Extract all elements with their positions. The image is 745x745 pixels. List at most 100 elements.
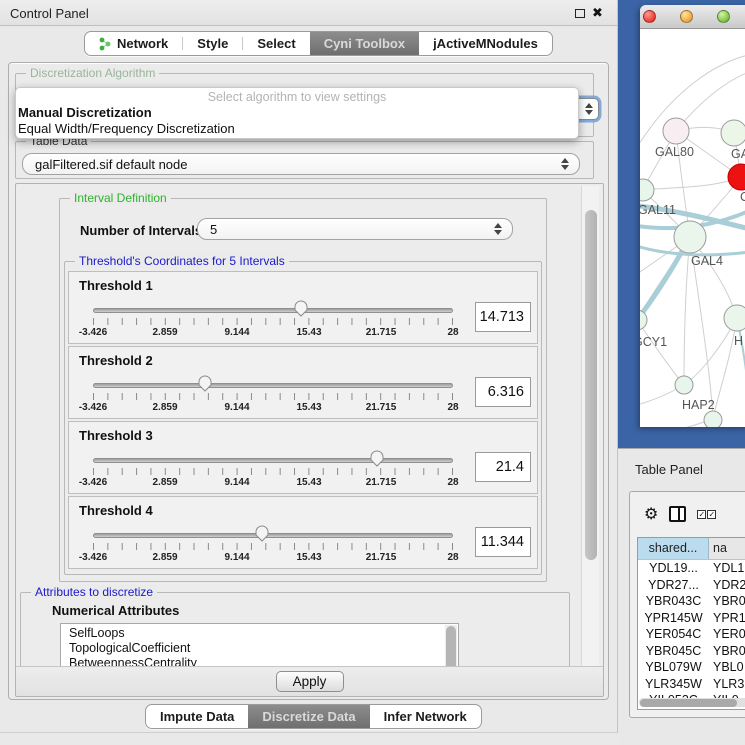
float-window-icon[interactable] [575,9,585,18]
network-node-label: GAL11 [640,203,676,217]
interval-definition-group: Interval Definition Number of Intervals … [59,198,547,582]
slider-thumb[interactable] [255,525,270,542]
threshold-value-field[interactable]: 21.4 [475,452,531,482]
network-node[interactable] [675,376,693,394]
table-data-combobox[interactable]: galFiltered.sif default node [22,153,580,175]
network-node-label: GCY1 [640,335,667,349]
slider-thumb[interactable] [370,450,385,467]
threshold-slider[interactable]: -3.426 2.859 9.144 15.43 21.715 28 [93,298,453,342]
cyni-toolbox-content: Discretization Algorithm Select algorith… [8,62,609,700]
list-item[interactable]: TopologicalCoefficient [69,641,458,656]
list-item[interactable]: BetweennessCentrality [69,656,458,666]
column-header-name[interactable]: na [709,538,745,559]
close-traffic-light-icon[interactable] [643,10,656,23]
apply-button[interactable]: Apply [276,671,344,692]
tab-cyni-toolbox[interactable]: Cyni Toolbox [310,32,419,55]
tab-network[interactable]: Network [85,32,182,55]
slider-track[interactable] [93,383,453,388]
dropdown-prompt[interactable]: Select algorithm to view settings [16,90,578,105]
group-title: Attributes to discretize [31,585,157,599]
slider-track[interactable] [93,308,453,313]
combo-arrows-icon [561,158,569,170]
table-row[interactable]: YPR145WYPR1 [638,610,745,627]
table-toolbar: ⚙ ✓✓ [630,492,745,536]
network-nodes: GAL80GACGAL11GAL4GCY1HHAP2 [640,118,745,427]
slider-track[interactable] [93,458,453,463]
slider-ticks [93,393,453,400]
table-row[interactable]: YDR27...YDR2 [638,577,745,594]
zoom-traffic-light-icon[interactable] [717,10,730,23]
table-header: shared... na [638,538,745,560]
slider-track[interactable] [93,533,453,538]
tab-style[interactable]: Style [183,32,242,55]
gear-icon[interactable]: ⚙ [644,504,658,524]
scrollbar-thumb[interactable] [585,210,597,560]
settings-scrollbar[interactable] [581,186,599,666]
numerical-attributes-list[interactable]: SelfLoops TopologicalCoefficient Between… [60,623,459,666]
network-node[interactable] [663,118,689,144]
threshold-row: Threshold 3 -3.426 2.859 [68,421,538,494]
network-node[interactable] [674,221,706,253]
table-panel: Table Panel ⚙ ✓✓ shared... na YDL19...YD… [618,448,745,745]
network-node[interactable] [640,179,654,201]
network-node[interactable] [721,120,745,146]
slider-thumb[interactable] [197,375,212,392]
settings-panel: Interval Definition Number of Intervals … [15,183,604,697]
number-of-intervals-value: 5 [198,222,494,237]
table-panel-body: ⚙ ✓✓ shared... na YDL19...YDL1 YDR27...Y… [629,491,745,718]
table-row[interactable]: YBR045CYBR0 [638,643,745,660]
bottom-tab-bar: Impute Data Discretize Data Infer Networ… [145,704,482,729]
top-tab-bar: Network Style Select Cyni Toolbox jActiv… [84,31,553,56]
table-data-value: galFiltered.sif default node [23,157,561,172]
tab-infer-network[interactable]: Infer Network [370,705,481,728]
table-row[interactable]: YDL19...YDL1 [638,560,745,577]
table-row[interactable]: YLR345WYLR3 [638,676,745,693]
minimize-traffic-light-icon[interactable] [680,10,693,23]
table-horizontal-scrollbar[interactable] [639,698,745,707]
list-item[interactable]: SelfLoops [69,626,458,641]
network-node[interactable] [704,411,722,427]
column-header-shared-name[interactable]: shared... [638,538,709,559]
tab-jactivemnodules[interactable]: jActiveMNodules [419,32,552,55]
node-table[interactable]: shared... na YDL19...YDL1 YDR27...YDR2 Y… [637,537,745,710]
table-panel-title: Table Panel [635,462,703,477]
attributes-group: Attributes to discretize Numerical Attri… [20,592,570,666]
threshold-value-field[interactable]: 14.713 [475,302,531,332]
scrollbar-thumb[interactable] [640,699,737,707]
table-row[interactable]: YBL079WYBL0 [638,659,745,676]
table-row[interactable]: YER054CYER0 [638,626,745,643]
columns-icon[interactable] [669,506,686,522]
tab-discretize-data[interactable]: Discretize Data [248,705,369,728]
threshold-slider[interactable]: -3.426 2.859 9.144 15.43 21.715 28 [93,373,453,417]
threshold-value-field[interactable]: 11.344 [475,527,531,557]
slider-ticks [93,318,453,325]
group-title: Threshold's Coordinates for 5 Intervals [75,254,289,268]
threshold-value-field[interactable]: 6.316 [475,377,531,407]
network-node[interactable] [724,305,745,331]
tab-select[interactable]: Select [243,32,309,55]
threshold-row: Threshold 4 -3.426 2.859 [68,496,538,569]
network-node[interactable] [640,310,647,330]
combo-arrows-icon [585,103,593,115]
network-window: GAL80GACGAL11GAL4GCY1HHAP2 [640,5,745,427]
network-node[interactable] [728,164,745,190]
dropdown-item-equal-width[interactable]: Equal Width/Frequency Discretization [16,121,578,137]
network-node-label: GAL4 [691,254,723,268]
list-scrollbar[interactable] [445,625,457,666]
slider-thumb[interactable] [293,300,308,317]
number-of-intervals-label: Number of Intervals [80,223,202,238]
table-row[interactable]: YBR043CYBR0 [638,593,745,610]
thresholds-group: Threshold's Coordinates for 5 Intervals … [64,261,542,575]
close-icon[interactable]: ✖ [592,5,603,21]
desktop-background: GAL80GACGAL11GAL4GCY1HHAP2 [618,0,745,448]
network-view[interactable]: GAL80GACGAL11GAL4GCY1HHAP2 [640,29,745,427]
tab-impute-data[interactable]: Impute Data [146,705,248,728]
threshold-row: Threshold 2 -3.426 2.859 [68,346,538,419]
threshold-slider[interactable]: -3.426 2.859 9.144 15.43 21.715 28 [93,523,453,567]
number-of-intervals-combobox[interactable]: 5 [197,218,513,240]
select-columns-icon[interactable]: ✓✓ [697,510,716,519]
slider-ticks [93,468,453,475]
dropdown-item-manual[interactable]: Manual Discretization [16,105,578,121]
threshold-slider[interactable]: -3.426 2.859 9.144 15.43 21.715 28 [93,448,453,492]
apply-row: Apply [16,666,603,696]
